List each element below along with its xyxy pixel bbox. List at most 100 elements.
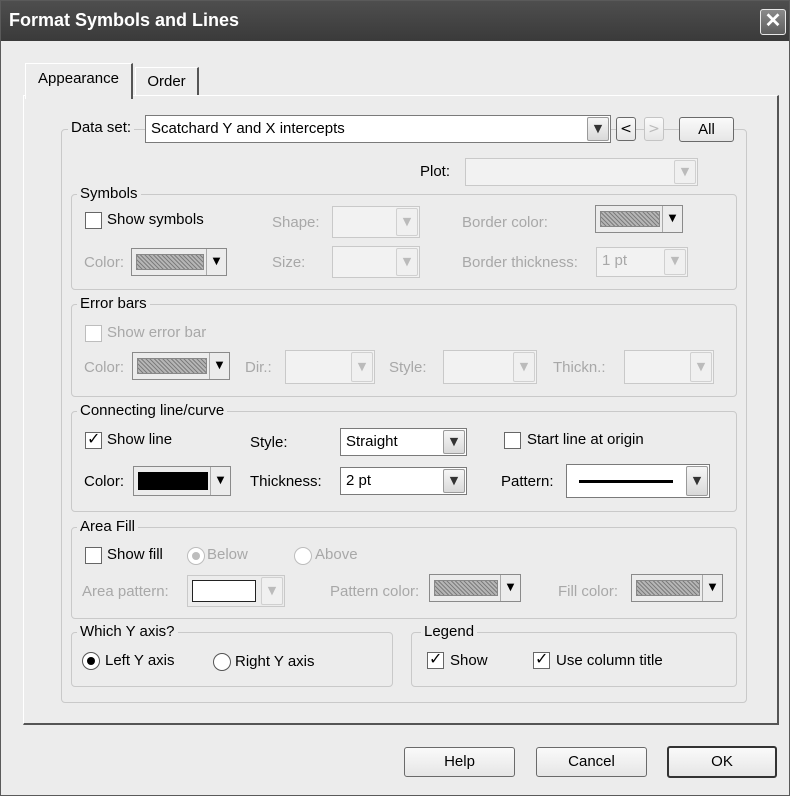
show-line-checkbox[interactable]: ✓ bbox=[85, 429, 102, 449]
chevron-down-icon: ▼ bbox=[664, 249, 686, 275]
border-color-picker[interactable]: ▼ bbox=[595, 205, 683, 233]
which-y-axis-group-label: Which Y axis? bbox=[77, 624, 178, 640]
title-bar[interactable]: Format Symbols and Lines ✕ bbox=[1, 1, 789, 41]
chevron-down-icon: ▼ bbox=[662, 206, 682, 232]
ok-button[interactable]: OK bbox=[667, 746, 777, 778]
all-button-label: All bbox=[698, 121, 715, 138]
line-color-swatch bbox=[138, 472, 208, 490]
below-radio[interactable] bbox=[187, 547, 205, 565]
error-dir-label: Dir.: bbox=[245, 359, 272, 376]
right-y-axis-label: Right Y axis bbox=[235, 653, 315, 670]
area-pattern-select[interactable]: ▼ bbox=[187, 575, 285, 607]
dataset-select[interactable]: Scatchard Y and X intercepts ▼ bbox=[145, 115, 611, 143]
chevron-down-icon: ▼ bbox=[686, 466, 708, 496]
error-color-swatch bbox=[137, 358, 207, 374]
next-dataset-button[interactable]: > bbox=[644, 117, 664, 141]
legend-show-checkbox[interactable]: ✓ bbox=[427, 650, 444, 669]
right-y-axis-radio[interactable] bbox=[213, 653, 231, 671]
symbol-color-picker[interactable]: ▼ bbox=[131, 248, 227, 276]
show-fill-label: Show fill bbox=[107, 546, 163, 563]
error-color-picker[interactable]: ▼ bbox=[132, 352, 230, 380]
chevron-down-icon: ▼ bbox=[690, 352, 712, 382]
error-dir-select[interactable]: ▼ bbox=[285, 350, 375, 384]
radio-dot-icon bbox=[192, 552, 200, 560]
help-button[interactable]: Help bbox=[404, 747, 515, 777]
pattern-color-picker[interactable]: ▼ bbox=[429, 574, 521, 602]
line-color-picker[interactable]: ▼ bbox=[133, 466, 231, 496]
chevron-down-icon: ▼ bbox=[206, 249, 226, 275]
border-color-swatch bbox=[600, 211, 660, 227]
line-thickness-label: Thickness: bbox=[250, 473, 322, 490]
chevron-down-icon: ▼ bbox=[396, 208, 418, 236]
border-thickness-value: 1 pt bbox=[602, 252, 628, 269]
line-style-select[interactable]: Straight ▼ bbox=[340, 428, 467, 456]
ok-button-label: OK bbox=[711, 753, 733, 770]
tab-order-label: Order bbox=[147, 73, 186, 90]
area-fill-group bbox=[71, 527, 737, 619]
border-thickness-label: Border thickness: bbox=[462, 254, 578, 271]
pattern-color-label: Pattern color: bbox=[330, 583, 420, 600]
line-pattern-label: Pattern: bbox=[501, 473, 554, 490]
dialog-title: Format Symbols and Lines bbox=[9, 10, 240, 30]
plot-label: Plot: bbox=[420, 163, 451, 180]
pattern-color-swatch bbox=[434, 580, 498, 596]
chevron-down-icon: ▼ bbox=[443, 430, 465, 454]
checkmark-icon: ✓ bbox=[87, 429, 101, 448]
connecting-line-group-label: Connecting line/curve bbox=[77, 403, 228, 419]
help-button-label: Help bbox=[444, 753, 475, 770]
left-y-axis-radio[interactable] bbox=[82, 652, 100, 670]
chevron-down-icon: ▼ bbox=[261, 577, 283, 605]
prev-dataset-button[interactable]: < bbox=[616, 117, 636, 141]
fill-color-picker[interactable]: ▼ bbox=[631, 574, 723, 602]
cancel-button-label: Cancel bbox=[568, 753, 615, 770]
cancel-button[interactable]: Cancel bbox=[536, 747, 647, 777]
chevron-down-icon: ▼ bbox=[443, 469, 465, 493]
chevron-right-icon: > bbox=[648, 121, 660, 137]
use-column-title-label: Use column title bbox=[556, 652, 663, 669]
show-symbols-label: Show symbols bbox=[107, 211, 204, 228]
show-error-bar-checkbox[interactable] bbox=[85, 325, 102, 342]
show-line-label: Show line bbox=[107, 431, 173, 448]
line-thickness-value: 2 pt bbox=[346, 472, 372, 489]
start-line-origin-checkbox[interactable] bbox=[504, 432, 521, 449]
border-color-label: Border color: bbox=[462, 214, 548, 231]
above-radio[interactable] bbox=[294, 547, 312, 565]
chevron-down-icon: ▼ bbox=[674, 160, 696, 184]
area-pattern-swatch bbox=[192, 580, 256, 602]
symbol-color-label: Color: bbox=[84, 254, 125, 271]
line-color-label: Color: bbox=[84, 473, 125, 490]
line-pattern-select[interactable]: ▼ bbox=[566, 464, 710, 498]
radio-dot-icon bbox=[87, 657, 95, 665]
close-button[interactable]: ✕ bbox=[760, 9, 786, 35]
tab-order[interactable]: Order bbox=[135, 67, 199, 97]
symbol-color-swatch bbox=[136, 254, 204, 270]
use-column-title-checkbox[interactable]: ✓ bbox=[533, 650, 550, 669]
symbols-group-label: Symbols bbox=[77, 186, 141, 202]
chevron-down-icon: ▼ bbox=[702, 575, 722, 601]
error-thickness-label: Thickn.: bbox=[553, 359, 606, 376]
tab-appearance-label: Appearance bbox=[38, 70, 119, 87]
tab-appearance[interactable]: Appearance bbox=[25, 63, 133, 99]
format-symbols-dialog: Format Symbols and Lines ✕ Appearance Or… bbox=[0, 0, 790, 796]
border-thickness-select[interactable]: 1 pt ▼ bbox=[596, 247, 688, 277]
chevron-down-icon: ▼ bbox=[351, 352, 373, 382]
chevron-down-icon: ▼ bbox=[210, 467, 230, 495]
error-color-label: Color: bbox=[84, 359, 125, 376]
plot-select[interactable]: ▼ bbox=[465, 158, 698, 186]
line-style-value: Straight bbox=[346, 433, 398, 450]
shape-label: Shape: bbox=[272, 214, 320, 231]
size-select[interactable]: ▼ bbox=[332, 246, 420, 278]
line-thickness-select[interactable]: 2 pt ▼ bbox=[340, 467, 467, 495]
chevron-down-icon: ▼ bbox=[513, 352, 535, 382]
all-datasets-button[interactable]: All bbox=[679, 117, 734, 142]
error-thickness-select[interactable]: ▼ bbox=[624, 350, 714, 384]
dataset-label: Data set: bbox=[68, 120, 135, 136]
legend-group-label: Legend bbox=[421, 624, 478, 640]
error-style-select[interactable]: ▼ bbox=[443, 350, 537, 384]
shape-select[interactable]: ▼ bbox=[332, 206, 420, 238]
dataset-value: Scatchard Y and X intercepts bbox=[151, 120, 345, 137]
chevron-down-icon: ▼ bbox=[396, 248, 418, 276]
show-fill-checkbox[interactable] bbox=[85, 547, 102, 564]
show-symbols-checkbox[interactable] bbox=[85, 212, 102, 229]
error-bars-group-label: Error bars bbox=[77, 296, 150, 312]
